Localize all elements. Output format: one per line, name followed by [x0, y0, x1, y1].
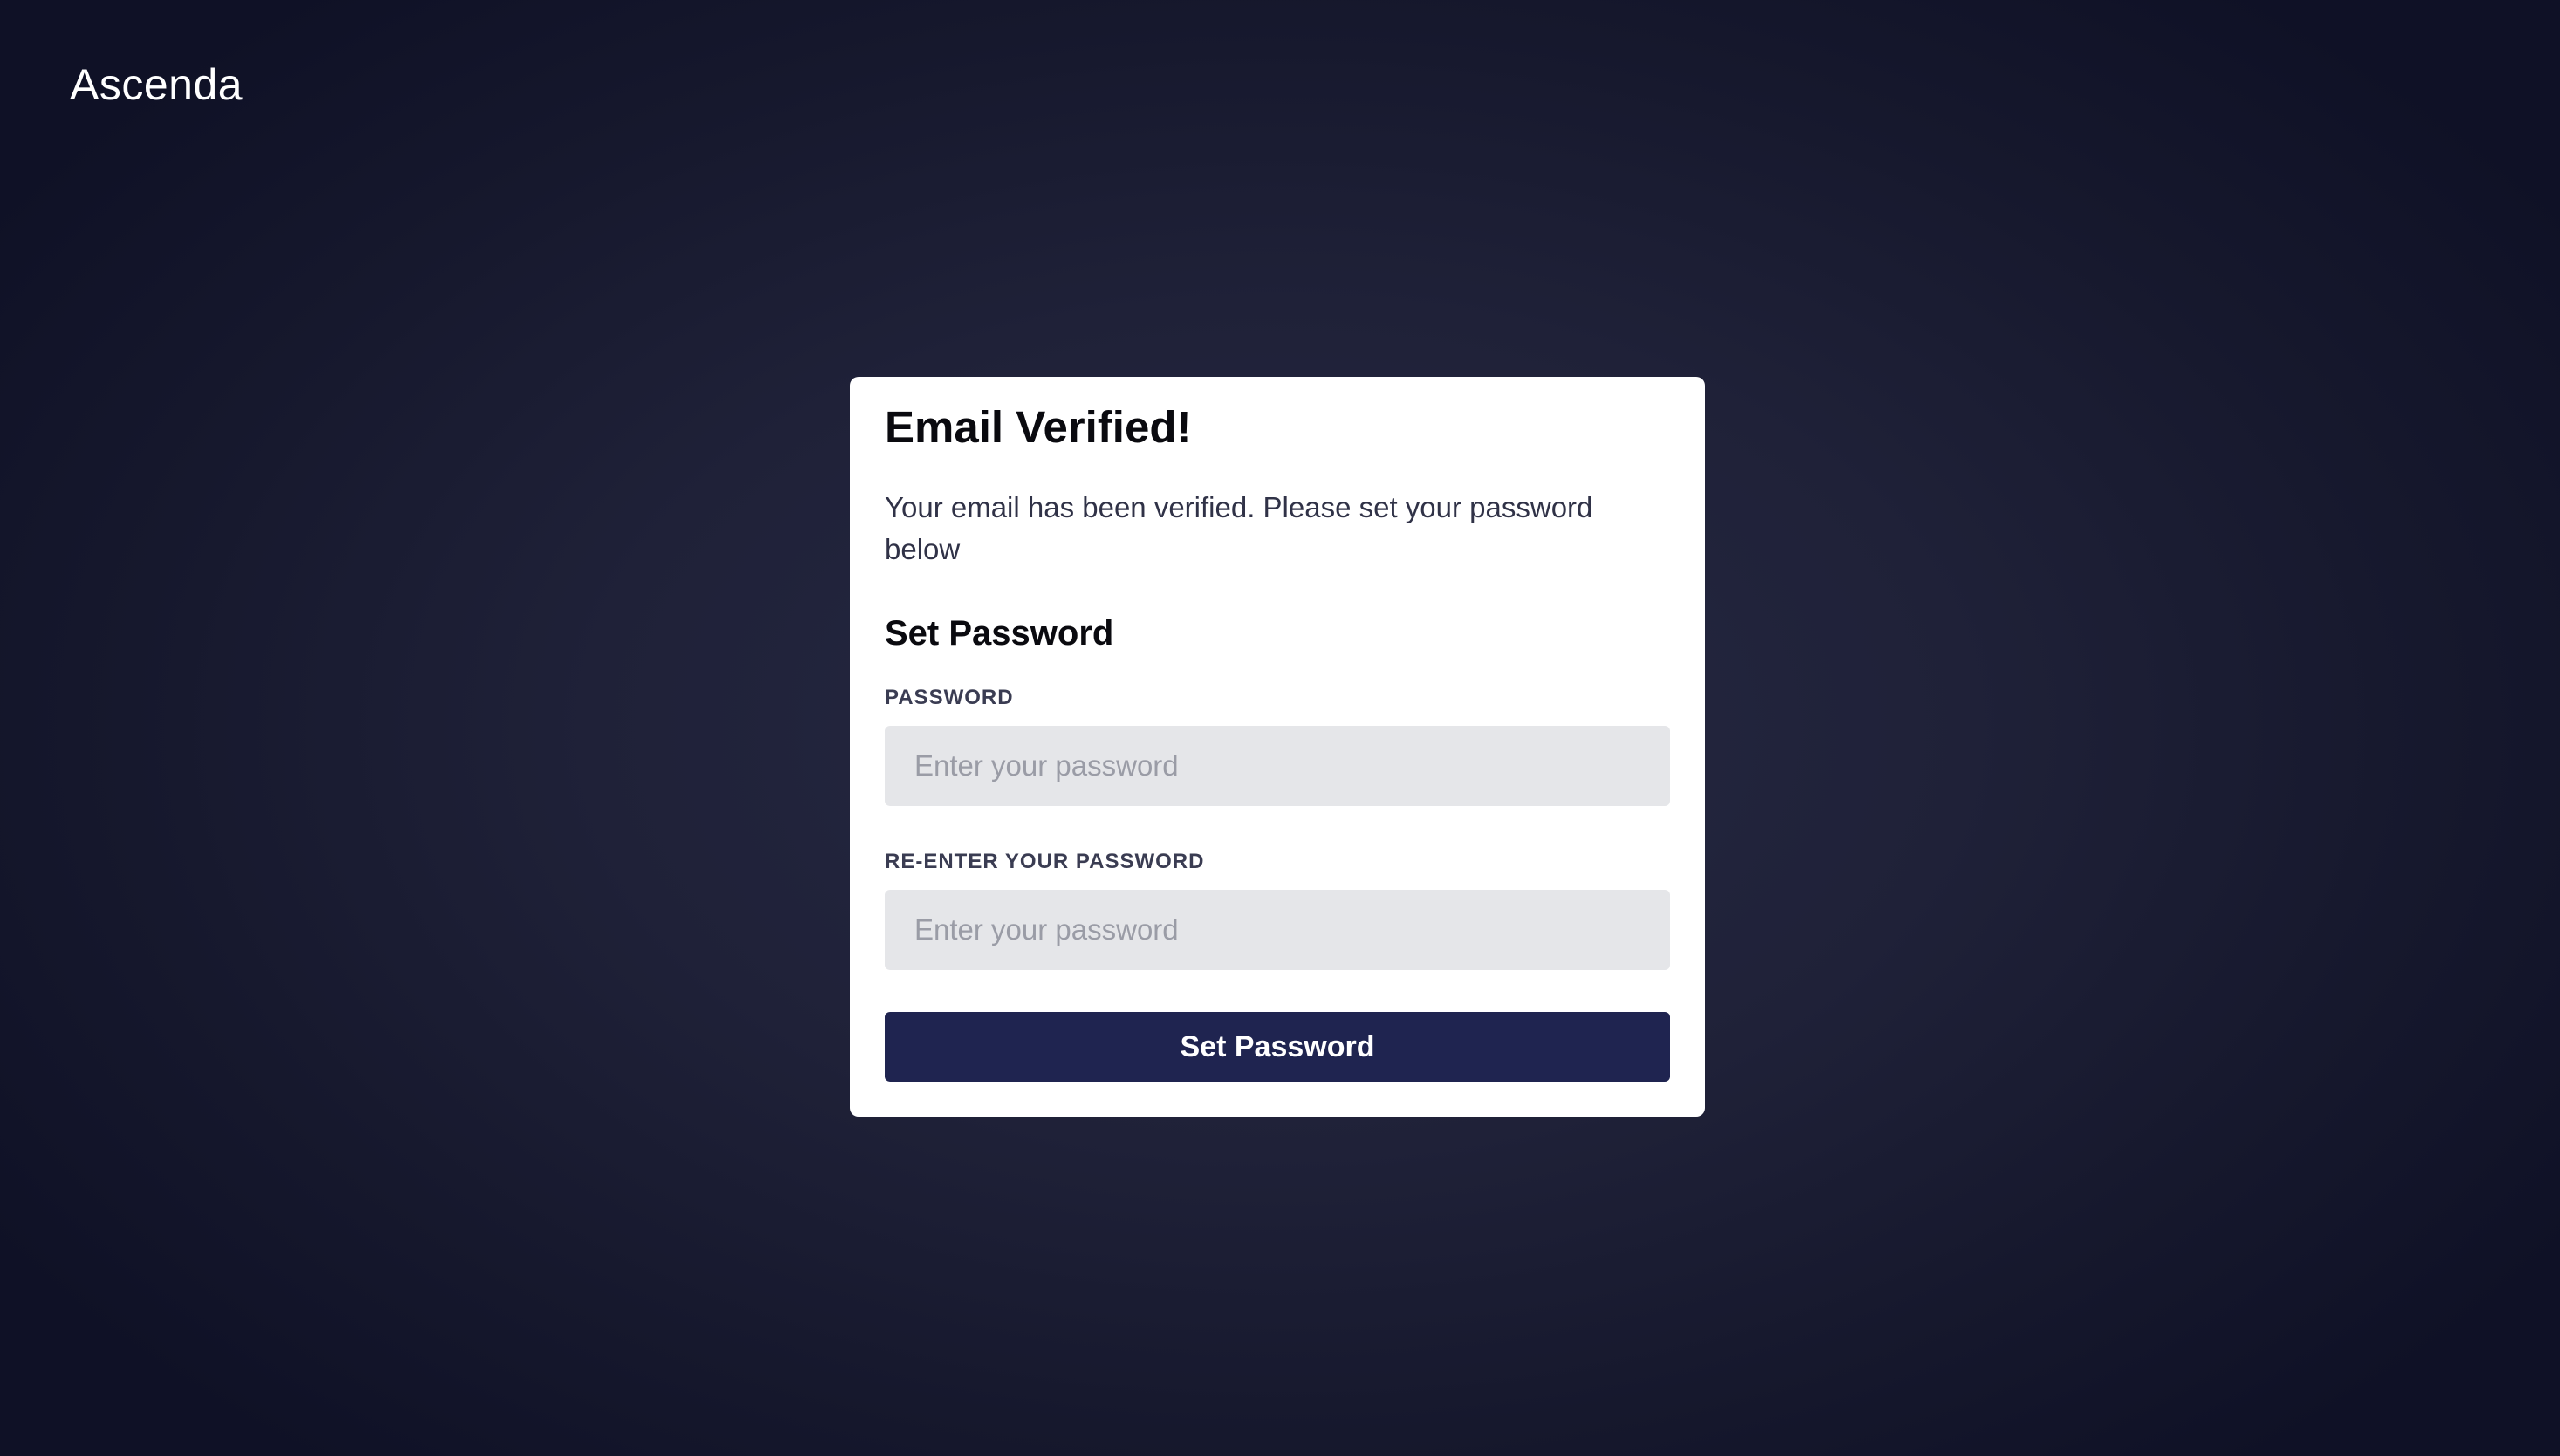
- page-title: Email Verified!: [885, 402, 1192, 452]
- set-password-button[interactable]: Set Password: [885, 1012, 1670, 1082]
- ascenda-logo[interactable]: Ascenda: [70, 63, 243, 106]
- password-input[interactable]: [885, 726, 1670, 806]
- reenter-password-input[interactable]: [885, 890, 1670, 970]
- verification-message: Your email has been verified. Please set…: [885, 491, 1593, 565]
- set-password-card: Email Verified! Your email has been veri…: [850, 377, 1705, 1117]
- section-title: Set Password: [885, 614, 1114, 653]
- password-label: PASSWORD: [885, 686, 1014, 709]
- reenter-password-label: RE-ENTER YOUR PASSWORD: [885, 850, 1205, 873]
